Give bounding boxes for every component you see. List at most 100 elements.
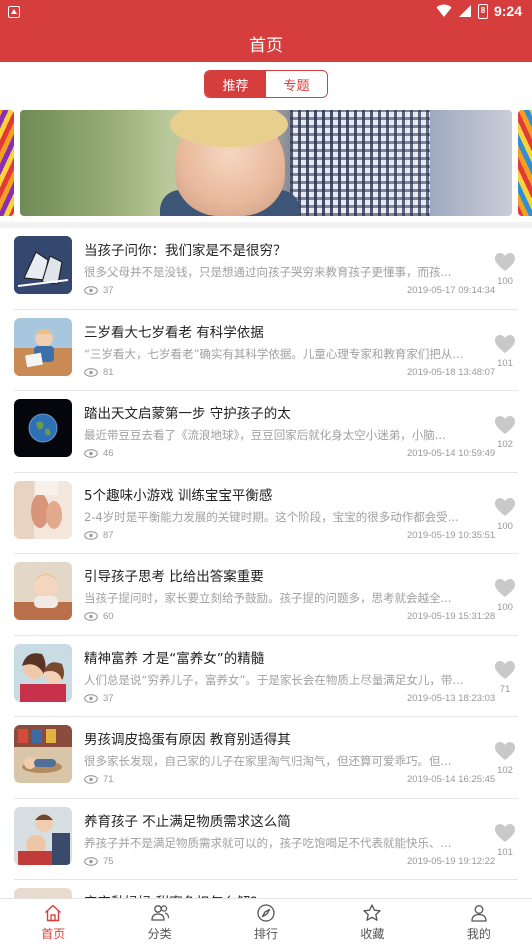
home-icon: [45, 904, 62, 922]
heart-icon[interactable]: [494, 823, 516, 843]
article-title: 踏出天文启蒙第一步 守护孩子的太: [84, 406, 291, 422]
banner-prev-image[interactable]: [0, 110, 14, 216]
like-count: 100: [497, 602, 513, 613]
eye-icon: [84, 286, 98, 295]
heart-icon[interactable]: [494, 334, 516, 354]
list-item[interactable]: 踏出天文启蒙第一步 守护孩子的太 最近带豆豆去看了《流浪地球》，豆豆回家后就化身…: [14, 391, 518, 473]
article-summary: 当孩子提问时，家长要立刻给予鼓励。孩子提的问题多，思考就会越全...: [84, 591, 452, 605]
article-title: 当孩子问你：我们家是不是很穷？: [84, 243, 287, 259]
article-summary: 2-4岁时是平衡能力发展的关键时期。这个阶段，宝宝的很多动作都会受...: [84, 509, 459, 524]
article-summary: “三岁看大，七岁看老”确实有其科学依据。儿童心理专家和教育家们把从...: [84, 346, 464, 361]
nav-label: 我的: [466, 927, 491, 941]
list-item[interactable]: 男孩调皮捣蛋有原因 教育别适得其 很多家长发现，自己家的儿子在家里淘气归淘气，但…: [14, 717, 518, 799]
tab-topics[interactable]: 专题: [266, 71, 327, 97]
tab-recommend[interactable]: 推荐: [205, 71, 266, 97]
publish-date: 2019-05-19 19:12:22: [407, 855, 496, 867]
publish-date: 2019-05-19 10:35:51: [407, 529, 496, 541]
nav-label: 收藏: [360, 927, 385, 941]
view-count: 46: [103, 448, 114, 459]
like-count: 102: [497, 765, 513, 776]
publish-date: 2019-05-19 15:31:28: [407, 611, 496, 622]
nav-category[interactable]: 分类: [106, 899, 212, 946]
publish-date: 2019-05-17 09:14:34: [407, 285, 496, 296]
heart-icon[interactable]: [494, 741, 516, 761]
list-item[interactable]: 当孩子问你：我们家是不是很穷？ 很多父母并不是没钱，只是想通过向孩子哭穷来教育孩…: [14, 228, 518, 310]
article-thumbnail: [14, 236, 72, 294]
view-count: 37: [103, 692, 114, 704]
article-summary: 很多家长发现，自己家的儿子在家里淘气归淘气，但还算可爱乖巧。但...: [84, 754, 452, 768]
article-thumbnail: [14, 643, 72, 702]
article-thumbnail: [14, 806, 72, 865]
eye-icon: [84, 449, 98, 458]
status-icons: 8 9:24: [436, 3, 522, 19]
nav-label: 分类: [147, 927, 172, 941]
heart-icon[interactable]: [494, 660, 516, 680]
heart-icon[interactable]: [494, 415, 516, 435]
view-count: 87: [103, 529, 114, 541]
article-thumbnail: [14, 562, 72, 620]
publish-date: 2019-05-13 18:23:03: [407, 692, 496, 704]
article-thumbnail: [14, 725, 72, 783]
notification-icon: [8, 6, 20, 18]
nav-label: 首页: [41, 927, 66, 941]
person-icon: [471, 905, 487, 922]
article-title: 5个趣味小游戏 训练宝宝平衡感: [84, 487, 273, 504]
bottom-nav: 首页 分类 排行 收藏 我的: [0, 898, 532, 946]
wifi-icon: [436, 4, 452, 17]
heart-icon[interactable]: [494, 252, 516, 272]
nav-profile[interactable]: 我的: [426, 899, 532, 946]
banner-carousel[interactable]: [0, 106, 532, 220]
eye-icon: [84, 775, 98, 784]
nav-label: 排行: [254, 927, 279, 941]
compass-icon: [257, 904, 275, 922]
list-item[interactable]: 5个趣味小游戏 训练宝宝平衡感 2-4岁时是平衡能力发展的关键时期。这个阶段，宝…: [14, 473, 518, 554]
nav-ranking[interactable]: 排行: [213, 899, 319, 946]
publish-date: 2019-05-14 16:25:45: [407, 774, 496, 785]
eye-icon: [84, 856, 98, 866]
publish-date: 2019-05-18 13:48:07: [407, 366, 496, 378]
eye-icon: [84, 530, 98, 540]
status-time: 9:24: [493, 3, 522, 19]
eye-icon: [84, 693, 98, 703]
article-title: 三岁看大七岁看老 有科学依据: [84, 324, 264, 341]
article-thumbnail: [14, 399, 72, 457]
view-count: 75: [103, 855, 114, 867]
status-bar: 8 9:24: [0, 0, 532, 24]
category-icon: [150, 905, 169, 921]
like-count: 100: [497, 276, 513, 287]
list-item[interactable]: 三岁看大七岁看老 有科学依据 “三岁看大，七岁看老”确实有其科学依据。儿童心理专…: [14, 310, 518, 391]
view-count: 81: [103, 366, 114, 378]
eye-icon: [84, 367, 98, 377]
view-count: 37: [103, 285, 114, 296]
signal-icon: [458, 5, 471, 17]
article-title: 引导孩子思考 比给出答案重要: [84, 569, 264, 585]
like-count: 71: [499, 683, 511, 695]
publish-date: 2019-05-14 10:59:49: [407, 448, 496, 459]
article-thumbnail: [14, 317, 72, 376]
article-title: 男孩调皮捣蛋有原因 教育别适得其: [84, 732, 291, 748]
nav-favorites[interactable]: 收藏: [319, 899, 425, 946]
article-summary: 人们总是说“穷养儿子，富养女”。于是家长会在物质上尽量满足女儿，带...: [84, 672, 464, 687]
banner-image[interactable]: [20, 110, 512, 216]
banner-next-image[interactable]: [518, 110, 532, 216]
nav-home[interactable]: 首页: [0, 899, 106, 946]
list-item[interactable]: 引导孩子思考 比给出答案重要 当孩子提问时，家长要立刻给予鼓励。孩子提的问题多，…: [14, 554, 518, 636]
view-count: 71: [103, 774, 114, 785]
star-icon: [363, 904, 382, 921]
article-title: 精神富养 才是“富养女”的精髓: [84, 650, 265, 667]
article-thumbnail: [14, 480, 72, 539]
list-item[interactable]: 精神富养 才是“富养女”的精髓 人们总是说“穷养儿子，富养女”。于是家长会在物质…: [14, 636, 518, 717]
article-summary: 最近带豆豆去看了《流浪地球》，豆豆回家后就化身太空小迷弟，小脑...: [84, 428, 446, 442]
view-count: 60: [103, 611, 114, 622]
heart-icon[interactable]: [494, 578, 516, 598]
page-title: 首页: [249, 35, 283, 56]
eye-icon: [84, 612, 98, 621]
heart-icon[interactable]: [494, 497, 516, 517]
article-list: 当孩子问你：我们家是不是很穷？ 很多父母并不是没钱，只是想通过向孩子哭穷来教育孩…: [0, 228, 532, 946]
battery-icon: 8: [477, 3, 488, 19]
article-summary: 养孩子并不是满足物质需求就可以的，孩子吃饱喝足不代表就能快乐、...: [84, 835, 452, 850]
segment-control: 推荐 专题: [204, 70, 328, 98]
like-count: 101: [497, 846, 513, 858]
list-item[interactable]: 养育孩子 不止满足物质需求这么简 养孩子并不是满足物质需求就可以的，孩子吃饱喝足…: [14, 799, 518, 880]
article-title: 养育孩子 不止满足物质需求这么简: [84, 813, 291, 830]
